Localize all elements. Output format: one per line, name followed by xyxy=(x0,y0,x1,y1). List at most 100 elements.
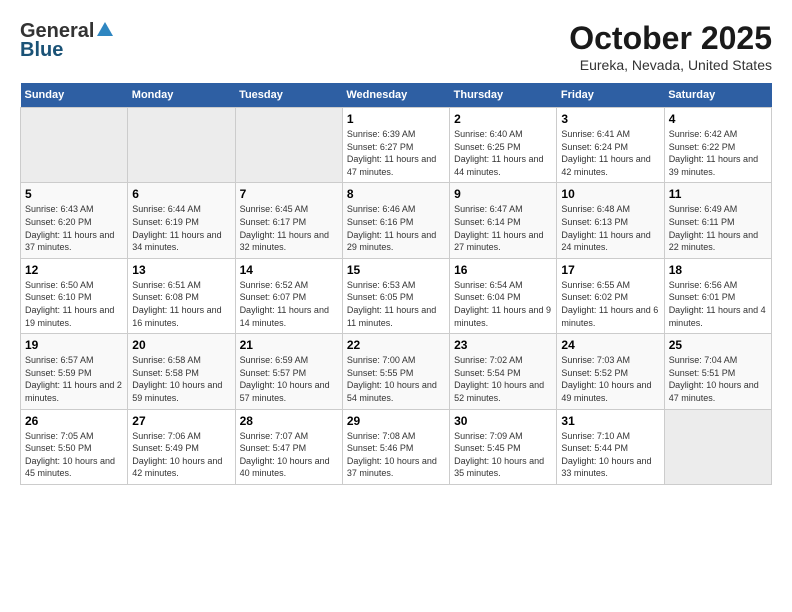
day-info: Sunrise: 7:06 AMSunset: 5:49 PMDaylight:… xyxy=(132,430,230,480)
day-number: 11 xyxy=(669,187,767,201)
day-cell: 2 Sunrise: 6:40 AMSunset: 6:25 PMDaylight… xyxy=(450,108,557,183)
day-info: Sunrise: 6:55 AMSunset: 6:02 PMDaylight:… xyxy=(561,279,659,329)
day-info: Sunrise: 6:52 AMSunset: 6:07 PMDaylight:… xyxy=(240,279,338,329)
day-cell xyxy=(21,108,128,183)
day-number: 5 xyxy=(25,187,123,201)
week-row-4: 19Sunrise: 6:57 AMSunset: 5:59 PMDayligh… xyxy=(21,334,772,409)
day-cell: 15 Sunrise: 6:53 AMSunset: 6:05 PMDayligh… xyxy=(342,258,449,333)
day-number: 22 xyxy=(347,338,445,352)
day-info: Sunrise: 6:40 AMSunset: 6:25 PMDaylight:… xyxy=(454,128,552,178)
day-cell: 22 Sunrise: 7:00 AMSunset: 5:55 PMDayligh… xyxy=(342,334,449,409)
day-info: Sunrise: 6:41 AMSunset: 6:24 PMDaylight:… xyxy=(561,128,659,178)
day-number: 25 xyxy=(669,338,767,352)
day-cell: 18 Sunrise: 6:56 AMSunset: 6:01 PMDayligh… xyxy=(664,258,771,333)
day-info: Sunrise: 6:56 AMSunset: 6:01 PMDaylight:… xyxy=(669,279,767,329)
day-number: 2 xyxy=(454,112,552,126)
day-cell: 19Sunrise: 6:57 AMSunset: 5:59 PMDayligh… xyxy=(21,334,128,409)
day-cell: 24Sunrise: 7:03 AMSunset: 5:52 PMDayligh… xyxy=(557,334,664,409)
day-cell: 1 Sunrise: 6:39 AMSunset: 6:27 PMDaylight… xyxy=(342,108,449,183)
day-info: Sunrise: 7:00 AMSunset: 5:55 PMDaylight:… xyxy=(347,354,445,404)
header-monday: Monday xyxy=(128,83,235,108)
day-cell: 17 Sunrise: 6:55 AMSunset: 6:02 PMDayligh… xyxy=(557,258,664,333)
day-cell: 4Sunrise: 6:42 AMSunset: 6:22 PMDaylight… xyxy=(664,108,771,183)
day-cell: 29 Sunrise: 7:08 AMSunset: 5:46 PMDayligh… xyxy=(342,409,449,484)
day-info: Sunrise: 6:58 AMSunset: 5:58 PMDaylight:… xyxy=(132,354,230,404)
day-info: Sunrise: 7:07 AMSunset: 5:47 PMDaylight:… xyxy=(240,430,338,480)
day-cell: 5 Sunrise: 6:43 AMSunset: 6:20 PMDaylight… xyxy=(21,183,128,258)
day-info: Sunrise: 6:39 AMSunset: 6:27 PMDaylight:… xyxy=(347,128,445,178)
day-number: 12 xyxy=(25,263,123,277)
day-cell xyxy=(664,409,771,484)
day-number: 3 xyxy=(561,112,659,126)
day-number: 9 xyxy=(454,187,552,201)
day-cell: 21 Sunrise: 6:59 AMSunset: 5:57 PMDayligh… xyxy=(235,334,342,409)
day-cell xyxy=(128,108,235,183)
day-info: Sunrise: 6:44 AMSunset: 6:19 PMDaylight:… xyxy=(132,203,230,253)
day-number: 16 xyxy=(454,263,552,277)
day-cell: 16 Sunrise: 6:54 AMSunset: 6:04 PMDayligh… xyxy=(450,258,557,333)
week-row-3: 12 Sunrise: 6:50 AMSunset: 6:10 PMDayligh… xyxy=(21,258,772,333)
day-info: Sunrise: 7:04 AMSunset: 5:51 PMDaylight:… xyxy=(669,354,767,404)
day-info: Sunrise: 6:53 AMSunset: 6:05 PMDaylight:… xyxy=(347,279,445,329)
day-number: 29 xyxy=(347,414,445,428)
day-cell: 3 Sunrise: 6:41 AMSunset: 6:24 PMDaylight… xyxy=(557,108,664,183)
day-number: 10 xyxy=(561,187,659,201)
logo-blue: Blue xyxy=(20,39,63,62)
day-info: Sunrise: 6:45 AMSunset: 6:17 PMDaylight:… xyxy=(240,203,338,253)
day-cell: 27 Sunrise: 7:06 AMSunset: 5:49 PMDayligh… xyxy=(128,409,235,484)
day-cell: 6 Sunrise: 6:44 AMSunset: 6:19 PMDaylight… xyxy=(128,183,235,258)
logo: General Blue xyxy=(20,20,113,62)
day-cell: 12 Sunrise: 6:50 AMSunset: 6:10 PMDayligh… xyxy=(21,258,128,333)
day-number: 21 xyxy=(240,338,338,352)
day-number: 26 xyxy=(25,414,123,428)
day-info: Sunrise: 6:51 AMSunset: 6:08 PMDaylight:… xyxy=(132,279,230,329)
day-info: Sunrise: 6:46 AMSunset: 6:16 PMDaylight:… xyxy=(347,203,445,253)
day-number: 18 xyxy=(669,263,767,277)
day-number: 24 xyxy=(561,338,659,352)
day-cell: 30 Sunrise: 7:09 AMSunset: 5:45 PMDayligh… xyxy=(450,409,557,484)
day-info: Sunrise: 6:43 AMSunset: 6:20 PMDaylight:… xyxy=(25,203,123,253)
week-row-5: 26Sunrise: 7:05 AMSunset: 5:50 PMDayligh… xyxy=(21,409,772,484)
location: Eureka, Nevada, United States xyxy=(569,57,772,73)
day-number: 15 xyxy=(347,263,445,277)
day-cell: 31Sunrise: 7:10 AMSunset: 5:44 PMDayligh… xyxy=(557,409,664,484)
day-number: 27 xyxy=(132,414,230,428)
day-info: Sunrise: 6:59 AMSunset: 5:57 PMDaylight:… xyxy=(240,354,338,404)
day-number: 30 xyxy=(454,414,552,428)
day-number: 20 xyxy=(132,338,230,352)
day-number: 7 xyxy=(240,187,338,201)
day-info: Sunrise: 6:50 AMSunset: 6:10 PMDaylight:… xyxy=(25,279,123,329)
title-section: October 2025 Eureka, Nevada, United Stat… xyxy=(569,20,772,73)
day-info: Sunrise: 7:02 AMSunset: 5:54 PMDaylight:… xyxy=(454,354,552,404)
day-number: 8 xyxy=(347,187,445,201)
day-info: Sunrise: 6:49 AMSunset: 6:11 PMDaylight:… xyxy=(669,203,767,253)
day-number: 1 xyxy=(347,112,445,126)
header-thursday: Thursday xyxy=(450,83,557,108)
header-sunday: Sunday xyxy=(21,83,128,108)
week-row-2: 5 Sunrise: 6:43 AMSunset: 6:20 PMDaylight… xyxy=(21,183,772,258)
day-number: 17 xyxy=(561,263,659,277)
header-tuesday: Tuesday xyxy=(235,83,342,108)
day-info: Sunrise: 7:09 AMSunset: 5:45 PMDaylight:… xyxy=(454,430,552,480)
day-info: Sunrise: 7:10 AMSunset: 5:44 PMDaylight:… xyxy=(561,430,659,480)
day-cell: 25 Sunrise: 7:04 AMSunset: 5:51 PMDayligh… xyxy=(664,334,771,409)
day-number: 19 xyxy=(25,338,123,352)
day-cell: 26Sunrise: 7:05 AMSunset: 5:50 PMDayligh… xyxy=(21,409,128,484)
month-title: October 2025 xyxy=(569,20,772,57)
day-cell: 8 Sunrise: 6:46 AMSunset: 6:16 PMDaylight… xyxy=(342,183,449,258)
day-cell: 28Sunrise: 7:07 AMSunset: 5:47 PMDayligh… xyxy=(235,409,342,484)
day-info: Sunrise: 6:48 AMSunset: 6:13 PMDaylight:… xyxy=(561,203,659,253)
header-wednesday: Wednesday xyxy=(342,83,449,108)
day-cell xyxy=(235,108,342,183)
page-header: General Blue October 2025 Eureka, Nevada… xyxy=(20,20,772,73)
day-cell: 13Sunrise: 6:51 AMSunset: 6:08 PMDayligh… xyxy=(128,258,235,333)
day-number: 6 xyxy=(132,187,230,201)
day-number: 4 xyxy=(669,112,767,126)
day-cell: 7 Sunrise: 6:45 AMSunset: 6:17 PMDaylight… xyxy=(235,183,342,258)
day-info: Sunrise: 7:08 AMSunset: 5:46 PMDaylight:… xyxy=(347,430,445,480)
logo-triangle-icon xyxy=(97,22,113,41)
day-info: Sunrise: 6:47 AMSunset: 6:14 PMDaylight:… xyxy=(454,203,552,253)
header-saturday: Saturday xyxy=(664,83,771,108)
day-info: Sunrise: 6:54 AMSunset: 6:04 PMDaylight:… xyxy=(454,279,552,329)
day-number: 14 xyxy=(240,263,338,277)
